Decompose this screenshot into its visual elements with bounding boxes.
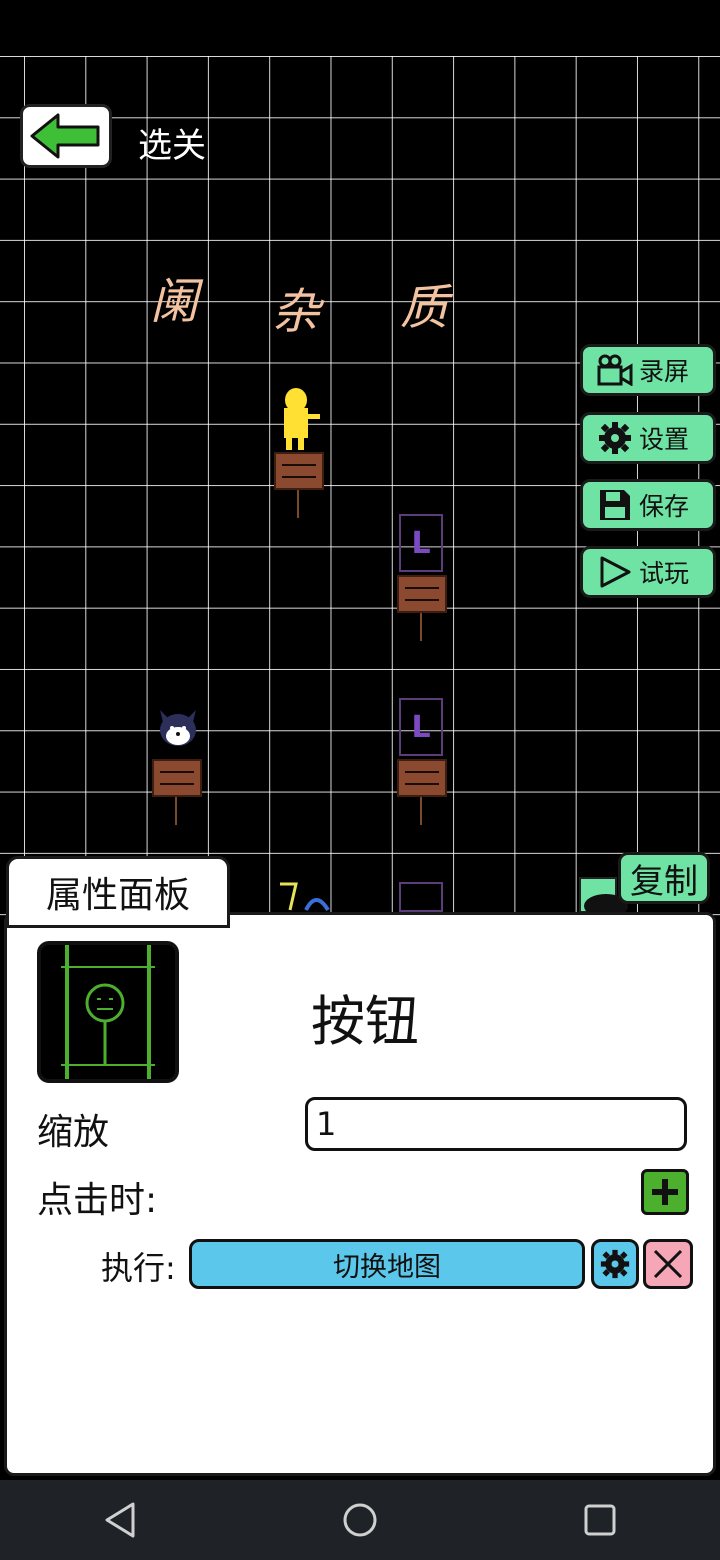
yellow-character-sprite[interactable]: [276, 386, 324, 452]
purple-block-label: L: [411, 525, 431, 561]
wooden-sign[interactable]: [152, 759, 202, 797]
nav-back-button[interactable]: [80, 1480, 160, 1560]
purple-block[interactable]: L: [399, 514, 443, 572]
video-camera-icon: [597, 352, 633, 388]
purple-block[interactable]: [399, 882, 443, 912]
level-select-label[interactable]: 选关: [138, 118, 206, 167]
sign-post: [420, 613, 422, 641]
editor-screen: 选关 阑 杂 质 L L 录屏 设置 保存 试玩 按钮 缩放 1 点击时: 执行…: [0, 0, 720, 1560]
action-delete-button[interactable]: [643, 1239, 693, 1289]
sign-post: [175, 797, 177, 825]
cat-face-sprite[interactable]: [156, 706, 200, 750]
floppy-disk-icon: [597, 487, 633, 523]
test-play-label: 试玩: [639, 559, 690, 588]
nav-home-button[interactable]: [320, 1480, 400, 1560]
scale-label: 缩放: [37, 1112, 110, 1153]
partial-sprite[interactable]: [276, 880, 332, 912]
action-settings-button[interactable]: [591, 1239, 639, 1289]
square-recents-icon: [584, 1504, 616, 1536]
action-label: 切换地图: [333, 1251, 441, 1283]
handwritten-char[interactable]: 阑: [150, 262, 198, 332]
sign-post: [420, 797, 422, 825]
on-click-label: 点击时:: [37, 1180, 158, 1221]
save-button[interactable]: 保存: [580, 479, 716, 531]
action-switch-map-button[interactable]: 切换地图: [189, 1239, 585, 1289]
record-button[interactable]: 录屏: [580, 344, 716, 396]
circle-home-icon: [343, 1503, 377, 1537]
settings-label: 设置: [639, 425, 690, 454]
purple-block-label: L: [411, 709, 431, 745]
triangle-back-icon: [105, 1502, 135, 1538]
object-preview: [37, 941, 179, 1083]
purple-block[interactable]: L: [399, 698, 443, 756]
handwritten-char[interactable]: 质: [400, 268, 448, 338]
execute-label: 执行:: [101, 1249, 176, 1287]
test-play-button[interactable]: 试玩: [580, 546, 716, 598]
nav-recents-button[interactable]: [560, 1480, 640, 1560]
property-panel-tab[interactable]: 属性面板: [6, 856, 230, 928]
handwritten-char[interactable]: 杂: [272, 272, 320, 342]
back-button[interactable]: [20, 104, 112, 168]
gear-icon: [597, 420, 633, 456]
save-label: 保存: [639, 492, 690, 521]
scale-input[interactable]: [305, 1097, 687, 1151]
copy-button[interactable]: 复制: [618, 852, 710, 904]
button-sprite-preview: [41, 945, 175, 1079]
sign-post: [297, 490, 299, 518]
arrow-left-icon: [30, 113, 100, 159]
play-icon: [597, 554, 633, 590]
wooden-sign[interactable]: [397, 759, 447, 797]
close-icon: [653, 1249, 683, 1279]
wooden-sign[interactable]: [274, 452, 324, 490]
property-panel: 按钮 缩放 点击时: 执行: 切换地图: [4, 912, 716, 1476]
plus-icon: [652, 1179, 678, 1205]
settings-button[interactable]: 设置: [580, 412, 716, 464]
object-name: 按钮: [311, 990, 419, 1053]
record-label: 录屏: [639, 357, 690, 386]
add-event-button[interactable]: [641, 1169, 689, 1215]
gear-icon: [600, 1249, 630, 1279]
wooden-sign[interactable]: [397, 575, 447, 613]
system-nav-bar: [0, 1480, 720, 1560]
